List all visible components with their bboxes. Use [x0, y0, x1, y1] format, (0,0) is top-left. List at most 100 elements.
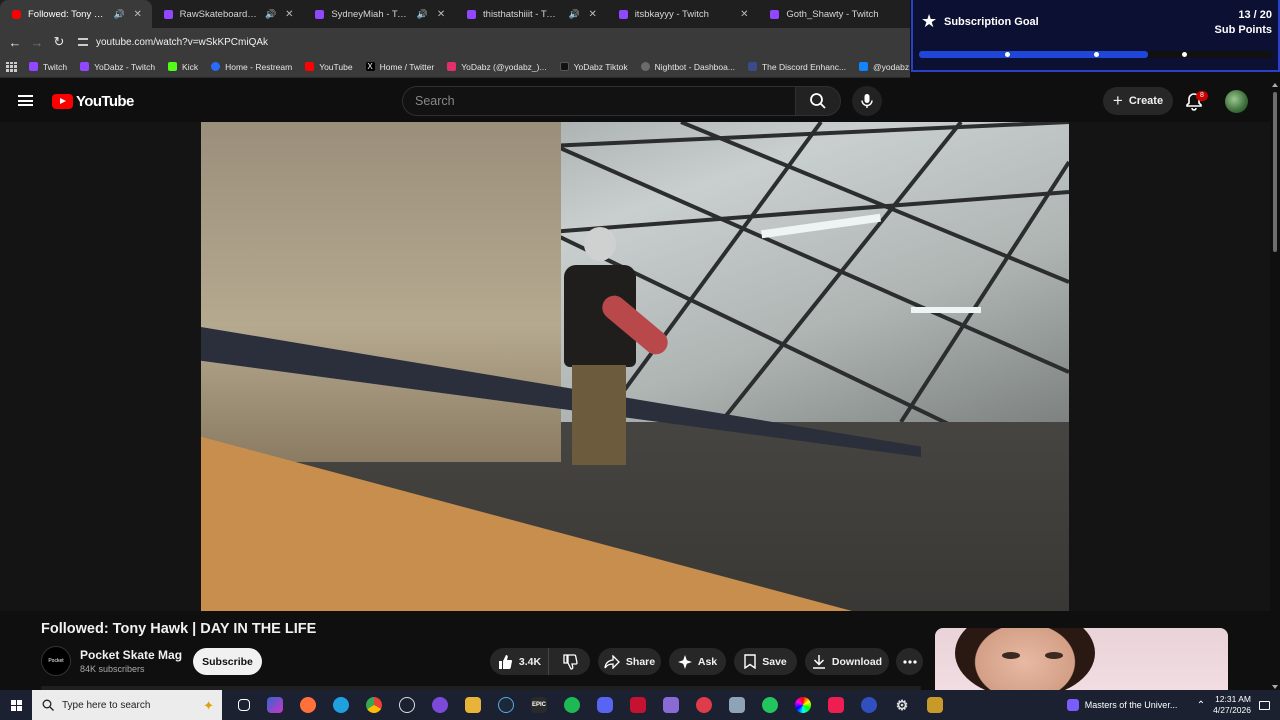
browser-tab[interactable]: RawSkateboards - Twitch🔊✕ — [152, 0, 304, 28]
obs-icon[interactable] — [399, 697, 415, 713]
url-text[interactable]: youtube.com/watch?v=wSkKPCmiQAk — [96, 37, 268, 48]
x-twitter-icon: X — [365, 62, 375, 71]
back-icon[interactable]: ← — [6, 32, 24, 52]
goal-unit: Sub Points — [1214, 24, 1272, 36]
app-icon[interactable] — [663, 697, 679, 713]
discord-icon[interactable] — [597, 697, 613, 713]
app-icon[interactable] — [795, 697, 811, 713]
app-icon[interactable] — [729, 697, 745, 713]
settings-gear-icon[interactable]: ⚙ — [894, 697, 910, 713]
like-button[interactable]: 3.4K — [490, 648, 548, 675]
search-input[interactable]: Search — [402, 86, 796, 116]
chrome-icon[interactable] — [366, 697, 382, 713]
speaker-icon[interactable]: 🔊 — [265, 9, 276, 20]
download-button[interactable]: Download — [805, 648, 889, 675]
screen: { "browser": { "tabs": [ {"title": "Foll… — [0, 0, 1280, 720]
apps-grid-icon[interactable] — [6, 61, 17, 72]
youtube-play-icon — [52, 94, 73, 109]
forward-icon[interactable]: → — [28, 32, 46, 52]
scroll-down-icon[interactable] — [1272, 685, 1278, 689]
close-tab-icon[interactable]: ✕ — [283, 9, 295, 20]
browser-tab[interactable]: Goth_Shawty - Twitch — [758, 0, 910, 28]
bookmark-item[interactable]: YoDabz (@yodabz_)... — [447, 62, 547, 72]
close-tab-icon[interactable]: ✕ — [738, 9, 750, 20]
voice-search-button[interactable] — [852, 86, 882, 116]
share-button[interactable]: Share — [598, 648, 661, 675]
scroll-up-icon[interactable] — [1272, 83, 1278, 87]
close-tab-icon[interactable]: ✕ — [587, 9, 599, 20]
app-icon[interactable] — [927, 697, 943, 713]
save-button[interactable]: Save — [734, 648, 797, 675]
edge-icon[interactable] — [333, 697, 349, 713]
file-explorer-icon[interactable] — [465, 697, 481, 713]
system-tray: Masters of the Univer... ⌃ 12:31 AM 4/27/… — [1066, 690, 1280, 720]
kick-icon — [168, 62, 178, 71]
app-icon[interactable] — [762, 697, 778, 713]
bookmark-item[interactable]: YoDabz Tiktok — [559, 62, 628, 72]
close-tab-icon[interactable]: ✕ — [435, 9, 447, 20]
create-button[interactable]: + Create — [1103, 87, 1173, 115]
speaker-icon[interactable]: 🔊 — [113, 9, 124, 20]
app-icon[interactable] — [432, 697, 448, 713]
firefox-icon[interactable] — [300, 697, 316, 713]
scrollbar-thumb[interactable] — [1273, 92, 1277, 252]
bookmark-item[interactable]: Home - Restream — [211, 62, 292, 72]
bookmark-item[interactable]: YouTube — [305, 62, 353, 72]
spotify-icon[interactable] — [564, 697, 580, 713]
windows-start-button[interactable] — [0, 690, 32, 720]
microphone-icon — [861, 94, 873, 108]
bookmark-item[interactable]: @yodabz.bsky.socia... — [859, 62, 910, 72]
download-icon — [812, 655, 825, 669]
browser-tab[interactable]: thisthatshiiit - Twitch 🔊 ✕ — [455, 0, 607, 28]
close-tab-icon[interactable]: ✕ — [132, 9, 144, 20]
task-view-icon[interactable] — [238, 699, 250, 711]
app-icon[interactable] — [861, 697, 877, 713]
notification-center-icon[interactable] — [1259, 700, 1270, 710]
page-scrollbar[interactable] — [1270, 78, 1280, 690]
dislike-button[interactable] — [548, 648, 590, 675]
now-playing-widget[interactable]: Masters of the Univer... — [1066, 699, 1189, 711]
more-actions-button[interactable] — [896, 648, 923, 675]
goal-count: 13 / 20 — [1238, 9, 1272, 21]
bookmark-item[interactable]: Twitch — [29, 62, 67, 72]
system-clock[interactable]: 12:31 AM 4/27/2026 — [1213, 694, 1251, 716]
bookmark-item[interactable]: Nightbot - Dashboa... — [640, 62, 735, 72]
share-icon — [604, 654, 620, 669]
browser-tab[interactable]: Followed: Tony Hawk | DAY🔊✕ — [0, 0, 152, 28]
channel-name[interactable]: Pocket Skate Mag — [80, 648, 182, 662]
bookmark-item[interactable]: YoDabz - Twitch — [80, 62, 155, 72]
bookmark-icon — [744, 654, 756, 669]
app-icon[interactable] — [696, 697, 712, 713]
reload-icon[interactable]: ↻ — [50, 32, 68, 52]
taskbar-search-box[interactable]: Type here to search ✦ — [32, 690, 222, 720]
bookmark-item[interactable]: The Discord Enhanc... — [747, 62, 846, 72]
goal-progress-bar — [919, 51, 1272, 58]
account-avatar[interactable] — [1225, 90, 1248, 113]
goal-title: Subscription Goal — [944, 16, 1039, 28]
video-player[interactable] — [0, 122, 1270, 611]
steam-icon[interactable] — [498, 697, 514, 713]
app-icon[interactable] — [630, 697, 646, 713]
video-frame[interactable] — [201, 122, 1069, 611]
speaker-icon[interactable]: 🔊 — [417, 9, 428, 20]
browser-tab[interactable]: itsbkayyy - Twitch ✕ — [607, 0, 759, 28]
browser-tab[interactable]: SydneyMiah - Twitch🔊✕ — [303, 0, 455, 28]
copilot-icon[interactable] — [267, 697, 283, 713]
bookmark-item[interactable]: X Home / Twitter — [365, 62, 434, 72]
subscribe-button[interactable]: Subscribe — [193, 648, 262, 675]
epic-games-icon[interactable]: EPIC — [531, 697, 547, 713]
channel-avatar[interactable]: Pocket — [41, 646, 71, 676]
ask-button[interactable]: Ask — [669, 648, 726, 675]
hamburger-menu-icon[interactable] — [18, 95, 33, 106]
speaker-icon[interactable]: 🔊 — [568, 9, 579, 20]
site-info-icon[interactable] — [78, 38, 88, 46]
tiktok-icon[interactable] — [828, 697, 844, 713]
twitch-icon — [80, 62, 90, 71]
address-bar[interactable]: youtube.com/watch?v=wSkKPCmiQAk — [78, 31, 268, 53]
search-button[interactable] — [795, 86, 841, 116]
chevron-up-icon[interactable]: ⌃ — [1197, 700, 1205, 711]
youtube-logo[interactable]: YouTube — [52, 93, 134, 110]
subscription-goal-widget: ★ Subscription Goal 13 / 20 Sub Points — [911, 0, 1280, 72]
sidebar-ad-thumbnail[interactable] — [935, 628, 1228, 690]
bookmark-item[interactable]: Kick — [168, 62, 198, 72]
